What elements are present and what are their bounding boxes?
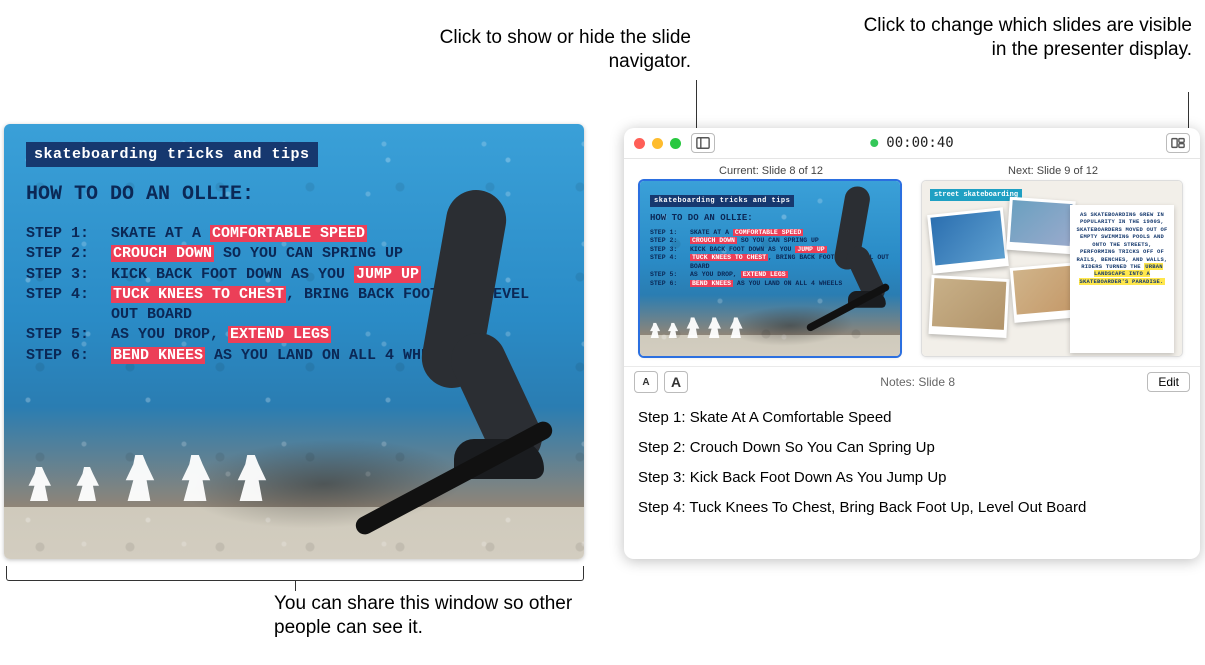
minimize-icon[interactable] <box>652 138 663 149</box>
close-icon[interactable] <box>634 138 645 149</box>
skater-graphic <box>344 189 554 529</box>
layout-icon <box>1171 136 1185 150</box>
current-slide-label: Current: Slide 8 of 12 <box>640 165 902 177</box>
font-larger-button[interactable]: A <box>664 371 688 393</box>
annotation-share: You can share this window so other peopl… <box>274 592 584 640</box>
next-slide-label: Next: Slide 9 of 12 <box>922 165 1184 177</box>
layout-options-button[interactable] <box>1166 133 1190 153</box>
zoom-icon[interactable] <box>670 138 681 149</box>
next-slide-preview[interactable]: Next: Slide 9 of 12 street skateboarding… <box>922 165 1184 356</box>
annotation-layout: Click to change which slides are visible… <box>862 14 1192 62</box>
note-line: Step 2: Crouch Down So You Can Spring Up <box>638 433 1186 463</box>
notes-heading: Notes: Slide 8 <box>694 375 1141 389</box>
silhouette-row <box>24 455 270 501</box>
leader-line <box>1188 92 1189 132</box>
presenter-display-window: 00:00:40 Current: Slide 8 of 12 skateboa… <box>624 128 1200 559</box>
slide-badge: skateboarding tricks and tips <box>26 142 318 167</box>
presenter-toolbar: 00:00:40 <box>624 128 1200 159</box>
navigator-toggle-button[interactable] <box>691 133 715 153</box>
sidebar-icon <box>696 136 710 150</box>
presenter-timer: 00:00:40 <box>870 135 953 151</box>
note-line: Step 3: Kick Back Foot Down As You Jump … <box>638 463 1186 493</box>
note-line: Step 4: Tuck Knees To Chest, Bring Back … <box>638 493 1186 523</box>
shared-slide-window: skateboarding tricks and tips HOW TO DO … <box>4 124 584 559</box>
window-controls <box>634 138 681 149</box>
current-slide-preview[interactable]: Current: Slide 8 of 12 skateboarding tri… <box>640 165 902 356</box>
timer-value: 00:00:40 <box>886 135 953 151</box>
note-line: Step 1: Skate At A Comfortable Speed <box>638 403 1186 433</box>
leader-line <box>696 80 697 132</box>
next-slide-text: AS SKATEBOARDING GREW IN POPULARITY IN T… <box>1070 205 1174 353</box>
next-slide-badge: street skateboarding <box>930 189 1022 201</box>
annotation-navigator: Click to show or hide the slide navigato… <box>416 26 691 74</box>
notes-toolbar: A A Notes: Slide 8 Edit <box>624 366 1200 397</box>
bracket-line <box>6 566 584 581</box>
presenter-notes: Step 1: Skate At A Comfortable Speed Ste… <box>624 397 1200 533</box>
font-smaller-button[interactable]: A <box>634 371 658 393</box>
edit-notes-button[interactable]: Edit <box>1147 372 1190 392</box>
record-indicator-icon <box>870 139 878 147</box>
